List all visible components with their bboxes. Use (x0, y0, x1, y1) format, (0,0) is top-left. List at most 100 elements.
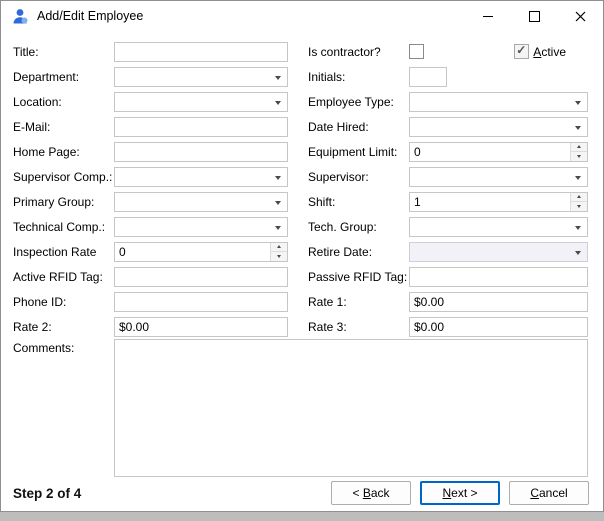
comments-input[interactable] (114, 339, 588, 477)
rate-2-input[interactable] (114, 317, 288, 337)
equipment-limit-up-button[interactable] (571, 143, 587, 152)
label-location: Location: (13, 95, 114, 109)
add-edit-employee-dialog: Add/Edit Employee Title: Is contractor? (0, 0, 604, 512)
label-is-contractor: Is contractor? (288, 45, 409, 59)
footer-buttons: < Back Next > Cancel (331, 481, 589, 505)
technical-comp-select[interactable] (114, 217, 288, 237)
equipment-limit-down-button[interactable] (571, 151, 587, 161)
back-label-post: ack (371, 486, 390, 500)
retire-date-select[interactable] (409, 242, 588, 262)
label-supervisor-comp: Supervisor Comp.: (13, 170, 114, 184)
close-icon (575, 11, 586, 22)
up-arrow-icon (577, 195, 581, 198)
title-input[interactable] (114, 42, 288, 62)
label-supervisor: Supervisor: (288, 170, 409, 184)
label-date-hired: Date Hired: (288, 120, 409, 134)
active-rfid-input[interactable] (114, 267, 288, 287)
form-content: Title: Is contractor? Active Department:… (1, 31, 603, 477)
inspection-rate-up-button[interactable] (271, 243, 287, 252)
tech-group-select[interactable] (409, 217, 588, 237)
label-employee-type: Employee Type: (288, 95, 409, 109)
label-department: Department: (13, 70, 114, 84)
shift-spinner[interactable] (409, 192, 588, 212)
inspection-rate-spin-buttons (270, 243, 287, 261)
inspection-rate-down-button[interactable] (271, 251, 287, 261)
back-label-key: B (363, 486, 371, 500)
employee-icon (11, 7, 29, 25)
date-hired-select[interactable] (409, 117, 588, 137)
cancel-button[interactable]: Cancel (509, 481, 589, 505)
dropdown-arrow-icon (575, 126, 581, 130)
home-page-input[interactable] (114, 142, 288, 162)
rate-1-input[interactable] (409, 292, 588, 312)
comments-row: Comments: (13, 339, 591, 477)
step-indicator: Step 2 of 4 (13, 486, 81, 501)
primary-group-select[interactable] (114, 192, 288, 212)
dropdown-arrow-icon (575, 226, 581, 230)
next-label-key: N (442, 486, 451, 500)
initials-input[interactable] (409, 67, 447, 87)
comments-label: Comments: (13, 339, 114, 477)
label-equipment-limit: Equipment Limit: (288, 145, 409, 159)
email-input[interactable] (114, 117, 288, 137)
titlebar: Add/Edit Employee (1, 1, 603, 31)
dropdown-arrow-icon (275, 76, 281, 80)
department-select[interactable] (114, 67, 288, 87)
phone-id-input[interactable] (114, 292, 288, 312)
supervisor-comp-select[interactable] (114, 167, 288, 187)
shift-down-button[interactable] (571, 201, 587, 211)
minimize-button[interactable] (465, 1, 511, 31)
label-initials: Initials: (288, 70, 409, 84)
active-label: Active (533, 45, 566, 59)
window-title: Add/Edit Employee (37, 9, 143, 23)
dropdown-arrow-icon (275, 101, 281, 105)
equipment-limit-spinner[interactable] (409, 142, 588, 162)
shift-up-button[interactable] (571, 193, 587, 202)
inspection-rate-input[interactable] (115, 243, 270, 261)
label-home-page: Home Page: (13, 145, 114, 159)
down-arrow-icon (577, 155, 581, 158)
minimize-icon (483, 16, 493, 17)
window-controls (465, 1, 603, 31)
equipment-limit-input[interactable] (410, 143, 570, 161)
rate-3-input[interactable] (409, 317, 588, 337)
equipment-limit-spin-buttons (570, 143, 587, 161)
cancel-label-key: C (530, 486, 539, 500)
label-inspection-rate: Inspection Rate (13, 245, 114, 259)
next-button[interactable]: Next > (420, 481, 500, 505)
inspection-rate-spinner[interactable] (114, 242, 288, 262)
label-title: Title: (13, 45, 114, 59)
location-select[interactable] (114, 92, 288, 112)
up-arrow-icon (277, 245, 281, 248)
label-rate-1: Rate 1: (288, 295, 409, 309)
dropdown-arrow-icon (575, 101, 581, 105)
label-rate-2: Rate 2: (13, 320, 114, 334)
initials-cell (409, 67, 588, 87)
supervisor-select[interactable] (409, 167, 588, 187)
shift-spin-buttons (570, 193, 587, 211)
up-arrow-icon (577, 145, 581, 148)
down-arrow-icon (277, 255, 281, 258)
active-checkbox-group: Active (514, 44, 566, 59)
back-button[interactable]: < Back (331, 481, 411, 505)
is-contractor-checkbox[interactable] (409, 44, 424, 59)
shift-input[interactable] (410, 193, 570, 211)
maximize-button[interactable] (511, 1, 557, 31)
active-checkbox[interactable] (514, 44, 529, 59)
close-button[interactable] (557, 1, 603, 31)
back-label-pre: < (352, 486, 362, 500)
footer: Step 2 of 4 < Back Next > Cancel (1, 477, 603, 515)
active-label-text: ctive (541, 45, 566, 59)
label-tech-group: Tech. Group: (288, 220, 409, 234)
label-technical-comp: Technical Comp.: (13, 220, 114, 234)
label-rate-3: Rate 3: (288, 320, 409, 334)
cancel-label-post: ancel (539, 486, 568, 500)
employee-type-select[interactable] (409, 92, 588, 112)
dropdown-arrow-icon (275, 226, 281, 230)
label-passive-rfid: Passive RFID Tag: (288, 270, 409, 284)
next-label-post: ext > (451, 486, 477, 500)
form-grid: Title: Is contractor? Active Department:… (13, 39, 591, 339)
label-shift: Shift: (288, 195, 409, 209)
passive-rfid-input[interactable] (409, 267, 588, 287)
app-icon (11, 7, 29, 25)
